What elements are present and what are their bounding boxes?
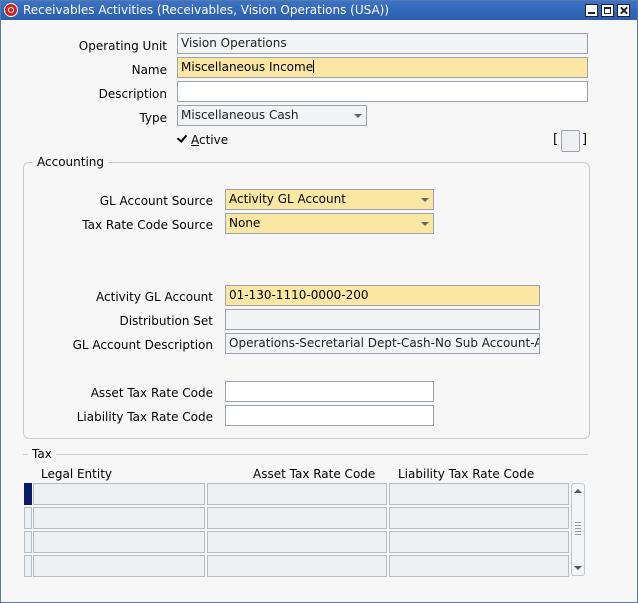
name-value: Miscellaneous Income (181, 60, 314, 74)
vertical-scrollbar[interactable] (571, 483, 585, 576)
table-cell-legal-entity[interactable] (33, 555, 205, 577)
table-cell-legal-entity[interactable] (33, 531, 205, 553)
text-cursor (313, 60, 315, 73)
chevron-down-icon[interactable] (350, 106, 366, 125)
type-select[interactable]: Miscellaneous Cash (177, 105, 367, 126)
tax-divider (23, 454, 588, 455)
gl-account-description-field: Operations-Secretarial Dept-Cash-No Sub … (225, 333, 540, 354)
gl-account-source-select[interactable]: Activity GL Account (225, 189, 434, 210)
activity-gl-account-field[interactable]: 01-130-1110-0000-200 (225, 285, 540, 306)
table-cell-asset-tax-rate-code[interactable] (207, 555, 387, 577)
row-indicator[interactable] (24, 531, 32, 553)
flexfield-close-bracket: ] (582, 132, 588, 147)
table-cell-asset-tax-rate-code[interactable] (207, 483, 387, 505)
window-title: Receivables Activities (Receivables, Vis… (23, 3, 390, 17)
asset-tax-rate-code-field[interactable] (225, 381, 434, 402)
table-cell-liability-tax-rate-code[interactable] (389, 483, 569, 505)
oracle-icon (4, 3, 18, 17)
tax-rate-code-source-select[interactable]: None (225, 213, 434, 234)
gl-account-source-label: GL Account Source (99, 194, 213, 208)
table-cell-liability-tax-rate-code[interactable] (389, 531, 569, 553)
operating-unit-field: Vision Operations (177, 33, 588, 54)
chevron-down-icon[interactable] (417, 214, 433, 233)
table-cell-legal-entity[interactable] (33, 483, 205, 505)
accounting-title: Accounting (33, 155, 109, 169)
liability-tax-rate-code-field[interactable] (225, 405, 434, 426)
activity-gl-account-label: Activity GL Account (96, 290, 213, 304)
close-icon[interactable] (617, 4, 630, 17)
asset-tax-rate-code-label: Asset Tax Rate Code (90, 386, 213, 400)
gl-account-description-label: GL Account Description (72, 338, 213, 352)
row-indicator[interactable] (24, 507, 32, 529)
active-label: Active (191, 133, 229, 147)
liability-tax-rate-code-label: Liability Tax Rate Code (76, 410, 213, 424)
column-header-asset-tax-rate-code: Asset Tax Rate Code (253, 467, 376, 481)
distribution-set-label: Distribution Set (119, 314, 213, 328)
title-bar: Receivables Activities (Receivables, Vis… (1, 1, 637, 20)
operating-unit-label: Operating Unit (78, 39, 167, 53)
distribution-set-field[interactable] (225, 309, 540, 330)
descriptive-flexfield[interactable] (561, 130, 580, 152)
active-checkbox[interactable] (177, 133, 188, 144)
scroll-down-icon[interactable] (572, 562, 584, 574)
table-cell-liability-tax-rate-code[interactable] (389, 555, 569, 577)
tax-rate-code-source-value: None (229, 216, 261, 230)
table-cell-asset-tax-rate-code[interactable] (207, 507, 387, 529)
table-cell-liability-tax-rate-code[interactable] (389, 507, 569, 529)
column-header-legal-entity: Legal Entity (41, 467, 113, 481)
description-field[interactable] (177, 81, 588, 102)
flexfield-open-bracket: [ (553, 132, 559, 147)
type-label: Type (139, 111, 167, 125)
description-label: Description (98, 87, 167, 101)
minimize-icon[interactable] (585, 4, 598, 17)
row-indicator[interactable] (24, 483, 32, 505)
row-indicator[interactable] (24, 555, 32, 577)
table-cell-legal-entity[interactable] (33, 507, 205, 529)
maximize-icon[interactable] (601, 4, 614, 17)
receivables-activities-window: Receivables Activities (Receivables, Vis… (0, 0, 638, 603)
tax-title: Tax (28, 447, 56, 461)
table-cell-asset-tax-rate-code[interactable] (207, 531, 387, 553)
type-value: Miscellaneous Cash (181, 108, 299, 122)
scroll-grip-icon[interactable] (575, 522, 581, 536)
chevron-down-icon[interactable] (417, 190, 433, 209)
name-field[interactable]: Miscellaneous Income (177, 57, 588, 78)
name-label: Name (131, 63, 167, 77)
gl-account-source-value: Activity GL Account (229, 192, 346, 206)
column-header-liability-tax-rate-code: Liability Tax Rate Code (398, 467, 535, 481)
scroll-up-icon[interactable] (572, 485, 584, 497)
tax-rate-code-source-label: Tax Rate Code Source (82, 218, 213, 232)
